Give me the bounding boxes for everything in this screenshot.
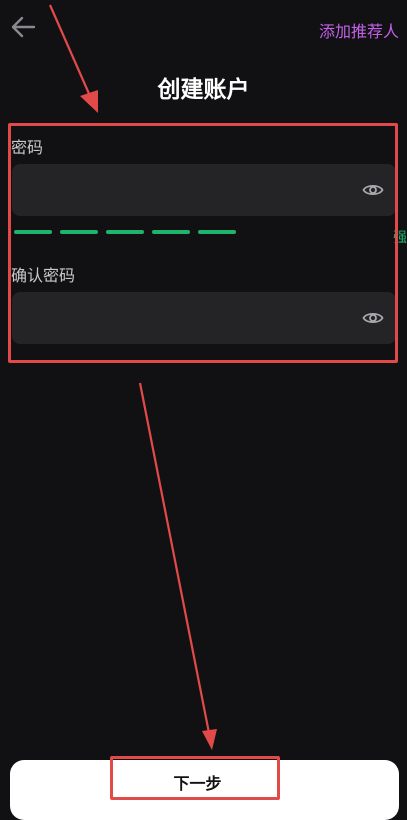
password-field [12,164,396,218]
strength-segment [106,230,144,234]
strength-label: 强 [393,230,407,246]
back-button[interactable] [8,12,38,42]
bottom-action-sheet: 下一步 [10,760,399,820]
confirm-password-visibility-toggle[interactable] [362,308,384,328]
confirm-password-field [12,292,396,346]
annotation-arrow-bottom [138,382,211,734]
confirm-password-input[interactable] [24,292,348,346]
strength-segment [14,230,52,234]
password-visibility-toggle[interactable] [362,180,384,200]
password-input[interactable] [24,164,348,218]
password-label: 密码 [11,138,44,157]
next-step-button[interactable]: 下一步 [110,760,285,804]
password-strength-meter [14,230,236,234]
eye-icon [362,312,384,324]
add-referrer-link[interactable]: 添加推荐人 [319,18,399,42]
annotation-arrowhead-bottom [202,729,217,750]
strength-segment [60,230,98,234]
page-title: 创建账户 [157,77,250,103]
eye-icon [362,184,384,196]
arrow-left-icon [11,16,36,38]
annotation-arrows [48,4,217,750]
strength-segment [198,230,236,234]
confirm-password-label: 确认密码 [11,266,76,285]
strength-segment [152,230,190,234]
